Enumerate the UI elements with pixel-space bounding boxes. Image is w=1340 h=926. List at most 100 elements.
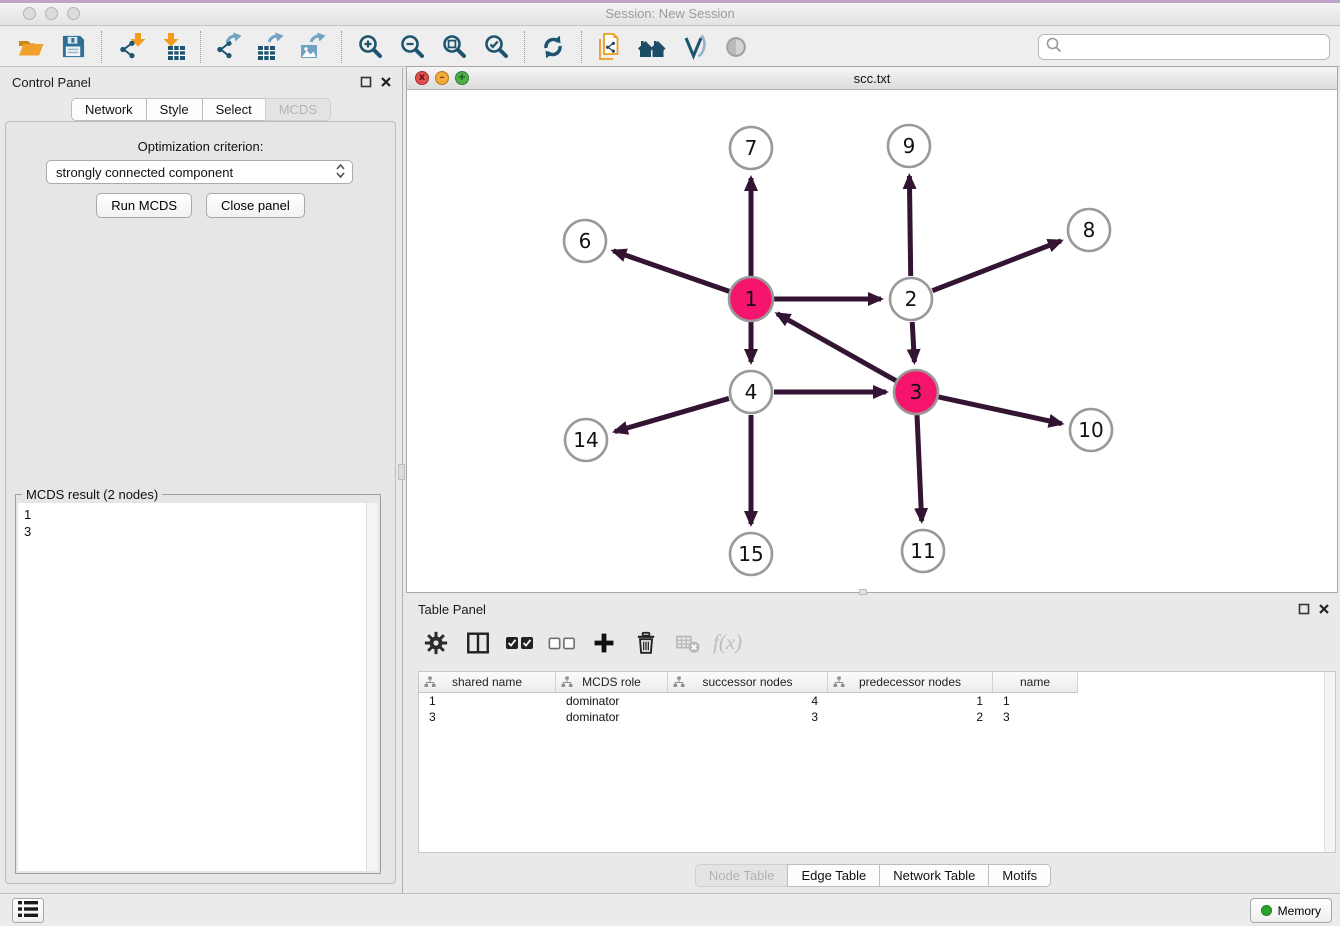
delete-table-icon [674,630,702,659]
table-row[interactable]: 1dominator411 [419,693,1335,709]
save-session-button[interactable] [52,30,94,64]
export-network-button[interactable] [208,30,250,64]
graph-node-11[interactable]: 11 [902,530,944,572]
control-panel-tabs: NetworkStyleSelectMCDS [0,98,402,121]
tab-motifs[interactable]: Motifs [988,864,1051,887]
graph-node-2[interactable]: 2 [890,278,932,320]
edge-2-9[interactable] [909,176,910,276]
svg-text:11: 11 [910,539,935,563]
add-button[interactable] [586,627,622,661]
trash-button[interactable] [628,627,664,661]
tab-select[interactable]: Select [202,98,266,121]
column-header-shared-name[interactable]: shared name [419,672,556,693]
select-all-button[interactable] [502,627,538,661]
search-field[interactable] [1038,34,1330,60]
refresh-button[interactable] [532,30,574,64]
svg-text:3: 3 [910,380,923,404]
node-table[interactable]: shared nameMCDS rolesuccessor nodesprede… [418,671,1336,853]
column-header-MCDS-role[interactable]: MCDS role [556,672,668,693]
close-panel-button[interactable]: Close panel [206,193,305,218]
toolbar-separator [200,31,201,63]
edge-3-1[interactable] [777,314,896,381]
graph-node-4[interactable]: 4 [730,371,772,413]
style-preview-button[interactable] [673,30,715,64]
result-scrollbar[interactable] [366,503,378,871]
gear-button[interactable] [418,627,454,661]
panel-list-button[interactable] [12,898,44,923]
zoom-in-icon [357,33,384,60]
edge-3-11[interactable] [917,415,922,521]
import-network-button[interactable] [109,30,151,64]
tab-network[interactable]: Network [71,98,147,121]
hierarchy-icon [673,676,685,691]
graph-node-3[interactable]: 3 [894,370,938,414]
edge-3-10[interactable] [938,397,1061,424]
export-image-button[interactable] [292,30,334,64]
edge-2-3[interactable] [912,322,914,362]
optimization-criterion-select[interactable]: strongly connected component [46,160,353,184]
home-button[interactable] [631,30,673,64]
open-session-button[interactable] [10,30,52,64]
float-icon[interactable] [360,76,372,91]
close-icon[interactable] [1318,603,1330,618]
table-row[interactable]: 3dominator323 [419,709,1335,725]
tab-style[interactable]: Style [146,98,203,121]
table-cell[interactable]: 1 [993,693,1078,709]
table-cell[interactable]: dominator [556,709,668,725]
search-input[interactable] [1063,39,1323,54]
graph-node-6[interactable]: 6 [564,220,606,262]
column-header-successor-nodes[interactable]: successor nodes [668,672,828,693]
close-icon[interactable] [380,76,392,91]
edge-1-6[interactable] [613,251,729,292]
splitter-handle[interactable] [398,464,405,480]
deselect-all-button[interactable] [544,627,580,661]
run-mcds-button[interactable]: Run MCDS [96,193,192,218]
float-icon[interactable] [1298,603,1310,618]
zoom-out-button[interactable] [391,30,433,64]
toolbar-separator [101,31,102,63]
mcds-result-area[interactable]: 13 [18,503,378,871]
table-cell[interactable]: 2 [828,709,993,725]
tab-mcds[interactable]: MCDS [265,98,331,121]
eye-button[interactable] [715,30,757,64]
import-table-icon [157,32,187,62]
table-cell[interactable]: 4 [668,693,828,709]
edge-2-8[interactable] [932,241,1061,291]
table-cell[interactable]: 3 [668,709,828,725]
network-file-button[interactable] [589,30,631,64]
home-icon [637,34,667,60]
column-header-predecessor-nodes[interactable]: predecessor nodes [828,672,993,693]
svg-text:10: 10 [1078,418,1103,442]
network-frame-titlebar[interactable]: x – + scc.txt [407,67,1337,90]
mcds-result-title: MCDS result (2 nodes) [22,487,162,502]
edge-4-14[interactable] [615,398,729,431]
table-cell[interactable]: 1 [419,693,556,709]
import-table-button[interactable] [151,30,193,64]
export-table-button[interactable] [250,30,292,64]
zoom-selected-button[interactable] [475,30,517,64]
toolbar-separator [581,31,582,63]
tab-network-table[interactable]: Network Table [879,864,989,887]
zoom-fit-button[interactable] [433,30,475,64]
memory-button[interactable]: Memory [1250,898,1332,923]
zoom-in-button[interactable] [349,30,391,64]
graph-node-9[interactable]: 9 [888,125,930,167]
table-cell[interactable]: dominator [556,693,668,709]
network-canvas[interactable]: 1 2 3 4 6 7 8 9 10 11 14 15 [407,90,1337,592]
columns-button[interactable] [460,627,496,661]
graph-node-14[interactable]: 14 [565,419,607,461]
table-scrollbar[interactable] [1324,672,1335,852]
graph-node-8[interactable]: 8 [1068,209,1110,251]
graph-node-10[interactable]: 10 [1070,409,1112,451]
graph-node-15[interactable]: 15 [730,533,772,575]
table-cell[interactable]: 1 [828,693,993,709]
column-header-name[interactable]: name [993,672,1078,693]
graph-node-7[interactable]: 7 [730,127,772,169]
network-graph[interactable]: 1 2 3 4 6 7 8 9 10 11 14 15 [407,90,1337,593]
tab-edge-table[interactable]: Edge Table [787,864,880,887]
table-cell[interactable]: 3 [993,709,1078,725]
tab-node-table[interactable]: Node Table [695,864,789,887]
hierarchy-icon [561,676,573,691]
graph-node-1[interactable]: 1 [729,277,773,321]
table-cell[interactable]: 3 [419,709,556,725]
